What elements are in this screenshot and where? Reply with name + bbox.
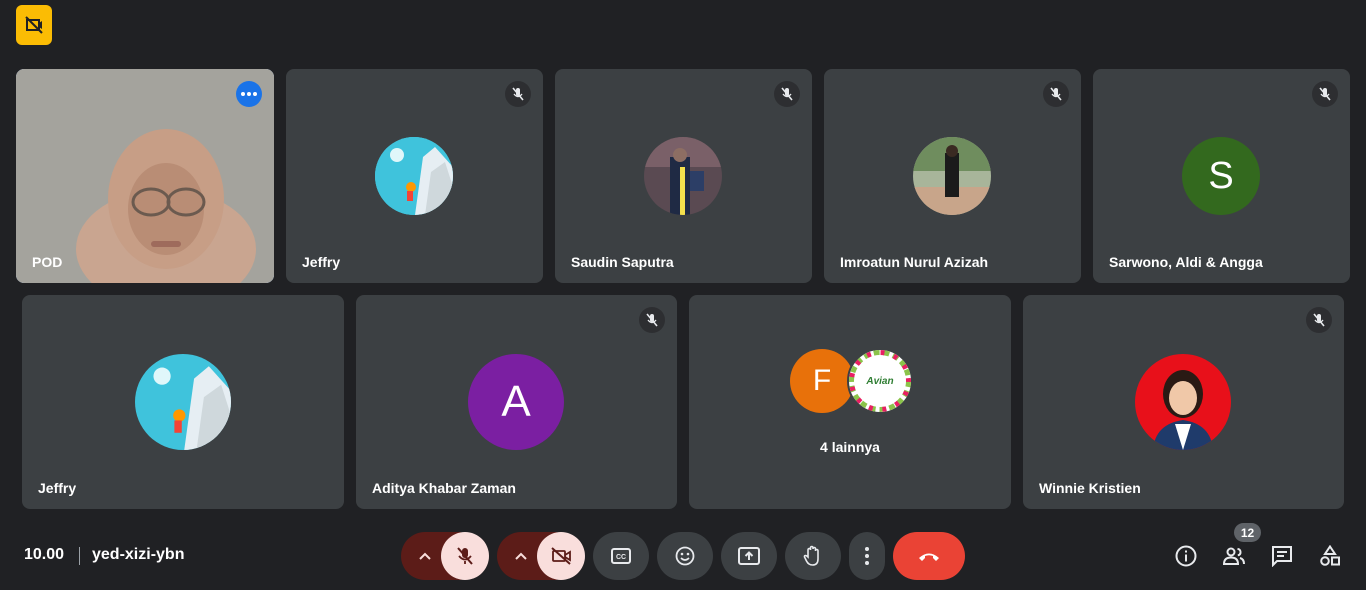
info-icon <box>1175 545 1197 567</box>
chevron-up-icon <box>515 552 527 560</box>
chat-icon <box>1272 546 1292 567</box>
meeting-time: 10.00 <box>24 546 65 563</box>
avatar-initial: F <box>790 349 854 413</box>
mic-off-icon <box>1306 307 1332 333</box>
raise-hand-icon <box>803 545 819 566</box>
avatar-initial: S <box>1182 137 1260 215</box>
end-call-icon <box>919 553 939 561</box>
divider <box>79 547 80 565</box>
more-options-icon <box>241 92 257 96</box>
raise-hand-button[interactable] <box>785 532 841 580</box>
participant-name: Jeffry <box>38 480 77 496</box>
participant-name: Imroatun Nurul Azizah <box>840 254 989 270</box>
participants-count-badge: 12 <box>1234 523 1261 542</box>
emoji-icon <box>675 546 695 566</box>
present-icon <box>738 547 760 565</box>
camera-toggle-button[interactable] <box>537 532 585 580</box>
participant-tile-others[interactable]: F Avian 4 lainnya <box>689 295 1011 509</box>
participant-tile-sarwono[interactable]: S Sarwono, Aldi & Angga <box>1093 69 1350 283</box>
video-feed <box>16 69 274 283</box>
chevron-up-icon <box>419 552 431 560</box>
avatar-logo: Avian <box>847 348 913 414</box>
avatar <box>913 137 991 215</box>
logo-text: Avian <box>866 375 894 387</box>
captions-icon: CC <box>611 548 631 564</box>
camera-off-icon <box>551 547 571 565</box>
activities-icon <box>1320 545 1340 566</box>
participant-tile-jeffry[interactable]: Jeffry <box>286 69 543 283</box>
mic-off-icon <box>457 547 473 565</box>
participant-tile-aditya[interactable]: A Aditya Khabar Zaman <box>356 295 677 509</box>
participant-tile-winnie[interactable]: Winnie Kristien <box>1023 295 1344 509</box>
end-call-button[interactable] <box>893 532 965 580</box>
mic-off-icon <box>505 81 531 107</box>
meeting-code: yed-xizi-ybn <box>92 546 185 563</box>
no-video-badge-icon <box>16 5 52 45</box>
participant-tile-saudin[interactable]: Saudin Saputra <box>555 69 812 283</box>
participant-tile-jeffry-2[interactable]: Jeffry <box>22 295 344 509</box>
mic-toggle-button[interactable] <box>441 532 489 580</box>
participant-name: POD <box>32 254 63 270</box>
participant-name: Aditya Khabar Zaman <box>372 480 516 496</box>
mic-off-icon <box>1312 81 1338 107</box>
people-icon <box>1222 547 1245 565</box>
others-label: 4 lainnya <box>820 439 880 455</box>
more-options-button[interactable] <box>849 532 885 580</box>
meeting-details-button[interactable] <box>1173 543 1199 569</box>
participant-name: Winnie Kristien <box>1039 480 1141 496</box>
svg-text:CC: CC <box>616 554 626 561</box>
participant-name: Sarwono, Aldi & Angga <box>1109 254 1263 270</box>
captions-button[interactable]: CC <box>593 532 649 580</box>
activities-button[interactable] <box>1317 543 1343 569</box>
mic-off-icon <box>639 307 665 333</box>
mic-off-icon <box>774 81 800 107</box>
chat-button[interactable] <box>1269 543 1295 569</box>
avatar-initial: A <box>468 354 564 450</box>
participant-name: Jeffry <box>302 254 341 270</box>
participant-tile-pod[interactable]: POD <box>16 69 274 283</box>
avatar <box>1135 354 1231 450</box>
more-vert-icon <box>865 547 869 565</box>
emoji-button[interactable] <box>657 532 713 580</box>
avatar <box>644 137 722 215</box>
participant-name: Saudin Saputra <box>571 254 674 270</box>
mic-off-icon <box>1043 81 1069 107</box>
avatar <box>135 354 231 450</box>
present-button[interactable] <box>721 532 777 580</box>
avatar <box>375 137 453 215</box>
people-button[interactable] <box>1221 543 1247 569</box>
more-options-button[interactable] <box>236 81 262 107</box>
participant-tile-imroatun[interactable]: Imroatun Nurul Azizah <box>824 69 1081 283</box>
